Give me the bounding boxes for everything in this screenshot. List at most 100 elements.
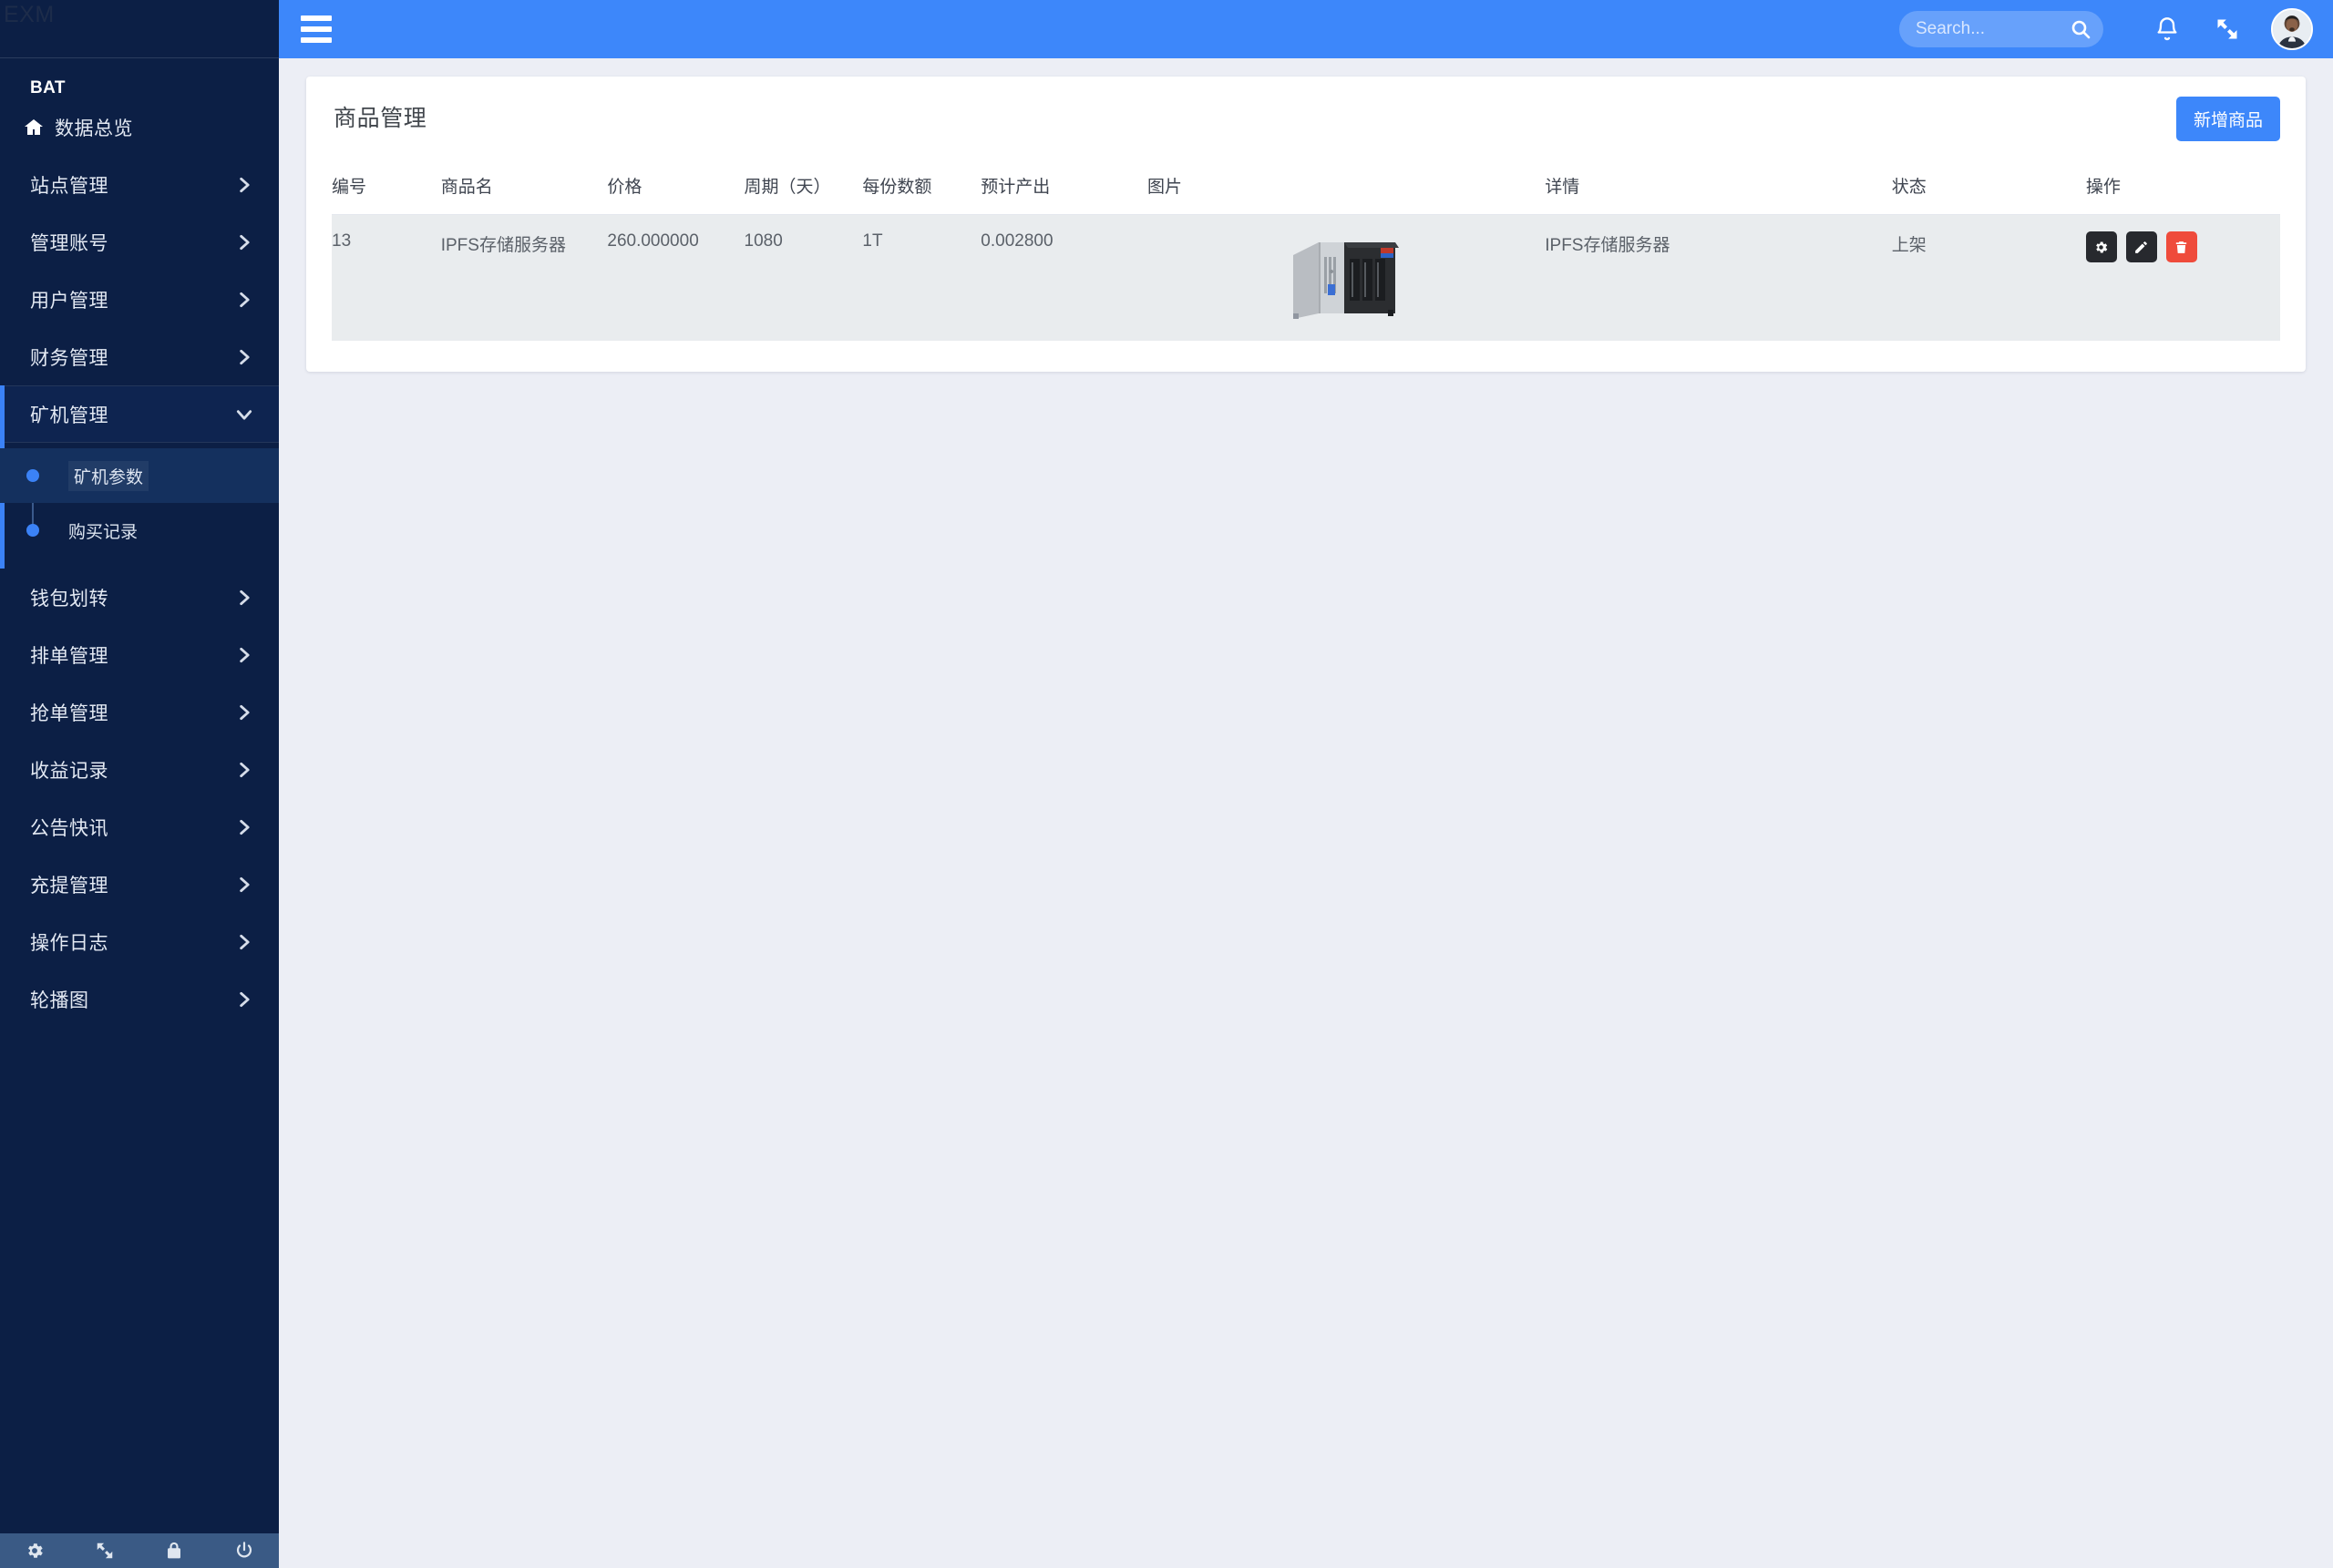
column-header-image: 图片	[1146, 160, 1546, 215]
main-content: 商品管理 新增商品 编号 商品名 价格 周期（天） 每份数额 预计产出 图片 详…	[279, 58, 2333, 1568]
chevron-right-icon	[235, 176, 253, 194]
edit-icon[interactable]	[2125, 231, 2157, 262]
chevron-right-icon	[235, 933, 253, 951]
cell-price: 260.000000	[607, 214, 745, 341]
row-action-group	[2085, 231, 2280, 262]
column-header-price: 价格	[607, 160, 745, 215]
sidebar-item-announcements[interactable]: 公告快讯	[0, 798, 279, 856]
nas-server-image	[1293, 242, 1400, 319]
topbar-actions	[1899, 8, 2333, 50]
sidebar: EXM BAT 数据总览 站点管理 管理账号 用户管理 财务管理 矿机管理 矿机…	[0, 0, 279, 1568]
sidebar-item-label: 操作日志	[30, 932, 108, 954]
sidebar-subitem-label: 购买记录	[68, 522, 139, 542]
power-icon[interactable]	[210, 1533, 280, 1568]
cell-name: IPFS存储服务器	[440, 214, 608, 341]
hamburger-bar	[301, 15, 332, 21]
cell-period: 1080	[744, 214, 863, 341]
sidebar-submenu-miner: 矿机参数 购买记录	[0, 443, 279, 569]
column-header-id: 编号	[332, 160, 441, 215]
sidebar-item-site-management[interactable]: 站点管理	[0, 156, 279, 213]
cell-id: 13	[332, 214, 441, 341]
chevron-right-icon	[235, 876, 253, 894]
sidebar-nav: 数据总览 站点管理 管理账号 用户管理 财务管理 矿机管理 矿机参数 购买记录 …	[0, 98, 279, 1028]
sidebar-item-finance-management[interactable]: 财务管理	[0, 328, 279, 385]
chevron-right-icon	[235, 990, 253, 1009]
column-header-period: 周期（天）	[744, 160, 863, 215]
table-head: 编号 商品名 价格 周期（天） 每份数额 预计产出 图片 详情 状态 操作	[332, 160, 2280, 215]
cell-quantity: 1T	[862, 214, 982, 341]
lock-icon[interactable]	[139, 1533, 210, 1568]
expand-icon[interactable]	[2204, 11, 2251, 47]
search-icon[interactable]	[2069, 17, 2092, 41]
chevron-right-icon	[235, 348, 253, 366]
cell-status: 上架	[1891, 214, 2086, 341]
sidebar-footer-toolbar	[0, 1533, 279, 1568]
sidebar-item-data-overview[interactable]: 数据总览	[0, 98, 279, 156]
table-body: 13 IPFS存储服务器 260.000000 1080 1T 0.002800	[332, 214, 2280, 341]
sidebar-item-label: 轮播图	[30, 989, 89, 1011]
chevron-right-icon	[235, 703, 253, 722]
cell-actions	[2085, 214, 2280, 341]
column-header-detail: 详情	[1545, 160, 1892, 215]
chevron-right-icon	[235, 761, 253, 779]
sidebar-item-label: 数据总览	[55, 118, 133, 139]
cell-image	[1146, 214, 1546, 341]
hamburger-icon[interactable]	[301, 10, 332, 48]
page-title: 商品管理	[334, 106, 427, 131]
sidebar-item-label: 收益记录	[30, 760, 108, 782]
sidebar-brand: EXM	[0, 0, 279, 58]
sidebar-item-earnings-record[interactable]: 收益记录	[0, 741, 279, 798]
avatar[interactable]	[2271, 8, 2313, 50]
chevron-right-icon	[235, 589, 253, 607]
sidebar-item-label: 充提管理	[30, 875, 108, 897]
sidebar-item-order-arrangement[interactable]: 排单管理	[0, 626, 279, 683]
chevron-right-icon	[235, 233, 253, 251]
hamburger-bar	[301, 37, 332, 43]
table-row[interactable]: 13 IPFS存储服务器 260.000000 1080 1T 0.002800	[332, 214, 2280, 341]
goods-table: 编号 商品名 价格 周期（天） 每份数额 预计产出 图片 详情 状态 操作 13…	[332, 160, 2280, 341]
expand-icon[interactable]	[70, 1533, 140, 1568]
sidebar-item-miner-management[interactable]: 矿机管理	[0, 385, 279, 443]
sidebar-item-label: 财务管理	[30, 347, 108, 369]
sidebar-item-carousel[interactable]: 轮播图	[0, 970, 279, 1028]
settings-icon[interactable]	[2085, 231, 2117, 262]
sidebar-item-label: 钱包划转	[30, 588, 108, 610]
column-header-name: 商品名	[440, 160, 608, 215]
sidebar-item-user-management[interactable]: 用户管理	[0, 271, 279, 328]
brand-name: BAT	[30, 78, 66, 97]
delete-icon[interactable]	[2165, 231, 2197, 262]
column-header-quantity: 每份数额	[862, 160, 982, 215]
cell-detail: IPFS存储服务器	[1545, 214, 1892, 341]
bullet-icon	[26, 524, 39, 537]
topbar	[279, 0, 2333, 58]
sidebar-item-deposit-withdraw[interactable]: 充提管理	[0, 856, 279, 913]
column-header-action: 操作	[2085, 160, 2280, 215]
chevron-right-icon	[235, 291, 253, 309]
sidebar-item-label: 排单管理	[30, 645, 108, 667]
sidebar-item-wallet-transfer[interactable]: 钱包划转	[0, 569, 279, 626]
sidebar-item-label: 矿机管理	[30, 405, 108, 426]
home-icon	[20, 116, 47, 138]
app-logo: EXM	[4, 2, 55, 27]
sidebar-item-admin-account[interactable]: 管理账号	[0, 213, 279, 271]
goods-card: 商品管理 新增商品 编号 商品名 价格 周期（天） 每份数额 预计产出 图片 详…	[306, 77, 2306, 372]
table-header-row: 编号 商品名 价格 周期（天） 每份数额 预计产出 图片 详情 状态 操作	[332, 160, 2280, 215]
chevron-right-icon	[235, 818, 253, 836]
column-header-output: 预计产出	[981, 160, 1147, 215]
product-image-wrap	[1147, 231, 1545, 324]
bell-icon[interactable]	[2143, 11, 2191, 47]
cell-output: 0.002800	[981, 214, 1147, 341]
sidebar-subitem-label: 矿机参数	[68, 460, 149, 491]
chevron-down-icon	[235, 405, 253, 424]
sidebar-item-label: 公告快讯	[30, 817, 108, 839]
sidebar-subitem-miner-params[interactable]: 矿机参数	[0, 448, 279, 503]
column-header-status: 状态	[1891, 160, 2086, 215]
sidebar-item-grab-order[interactable]: 抢单管理	[0, 683, 279, 741]
hamburger-bar	[301, 26, 332, 32]
chevron-right-icon	[235, 646, 253, 664]
sidebar-subitem-purchase-records[interactable]: 购买记录	[0, 503, 279, 558]
sidebar-item-label: 抢单管理	[30, 702, 108, 724]
sidebar-item-operation-log[interactable]: 操作日志	[0, 913, 279, 970]
gear-icon[interactable]	[0, 1533, 70, 1568]
add-product-button[interactable]: 新增商品	[2175, 97, 2280, 141]
